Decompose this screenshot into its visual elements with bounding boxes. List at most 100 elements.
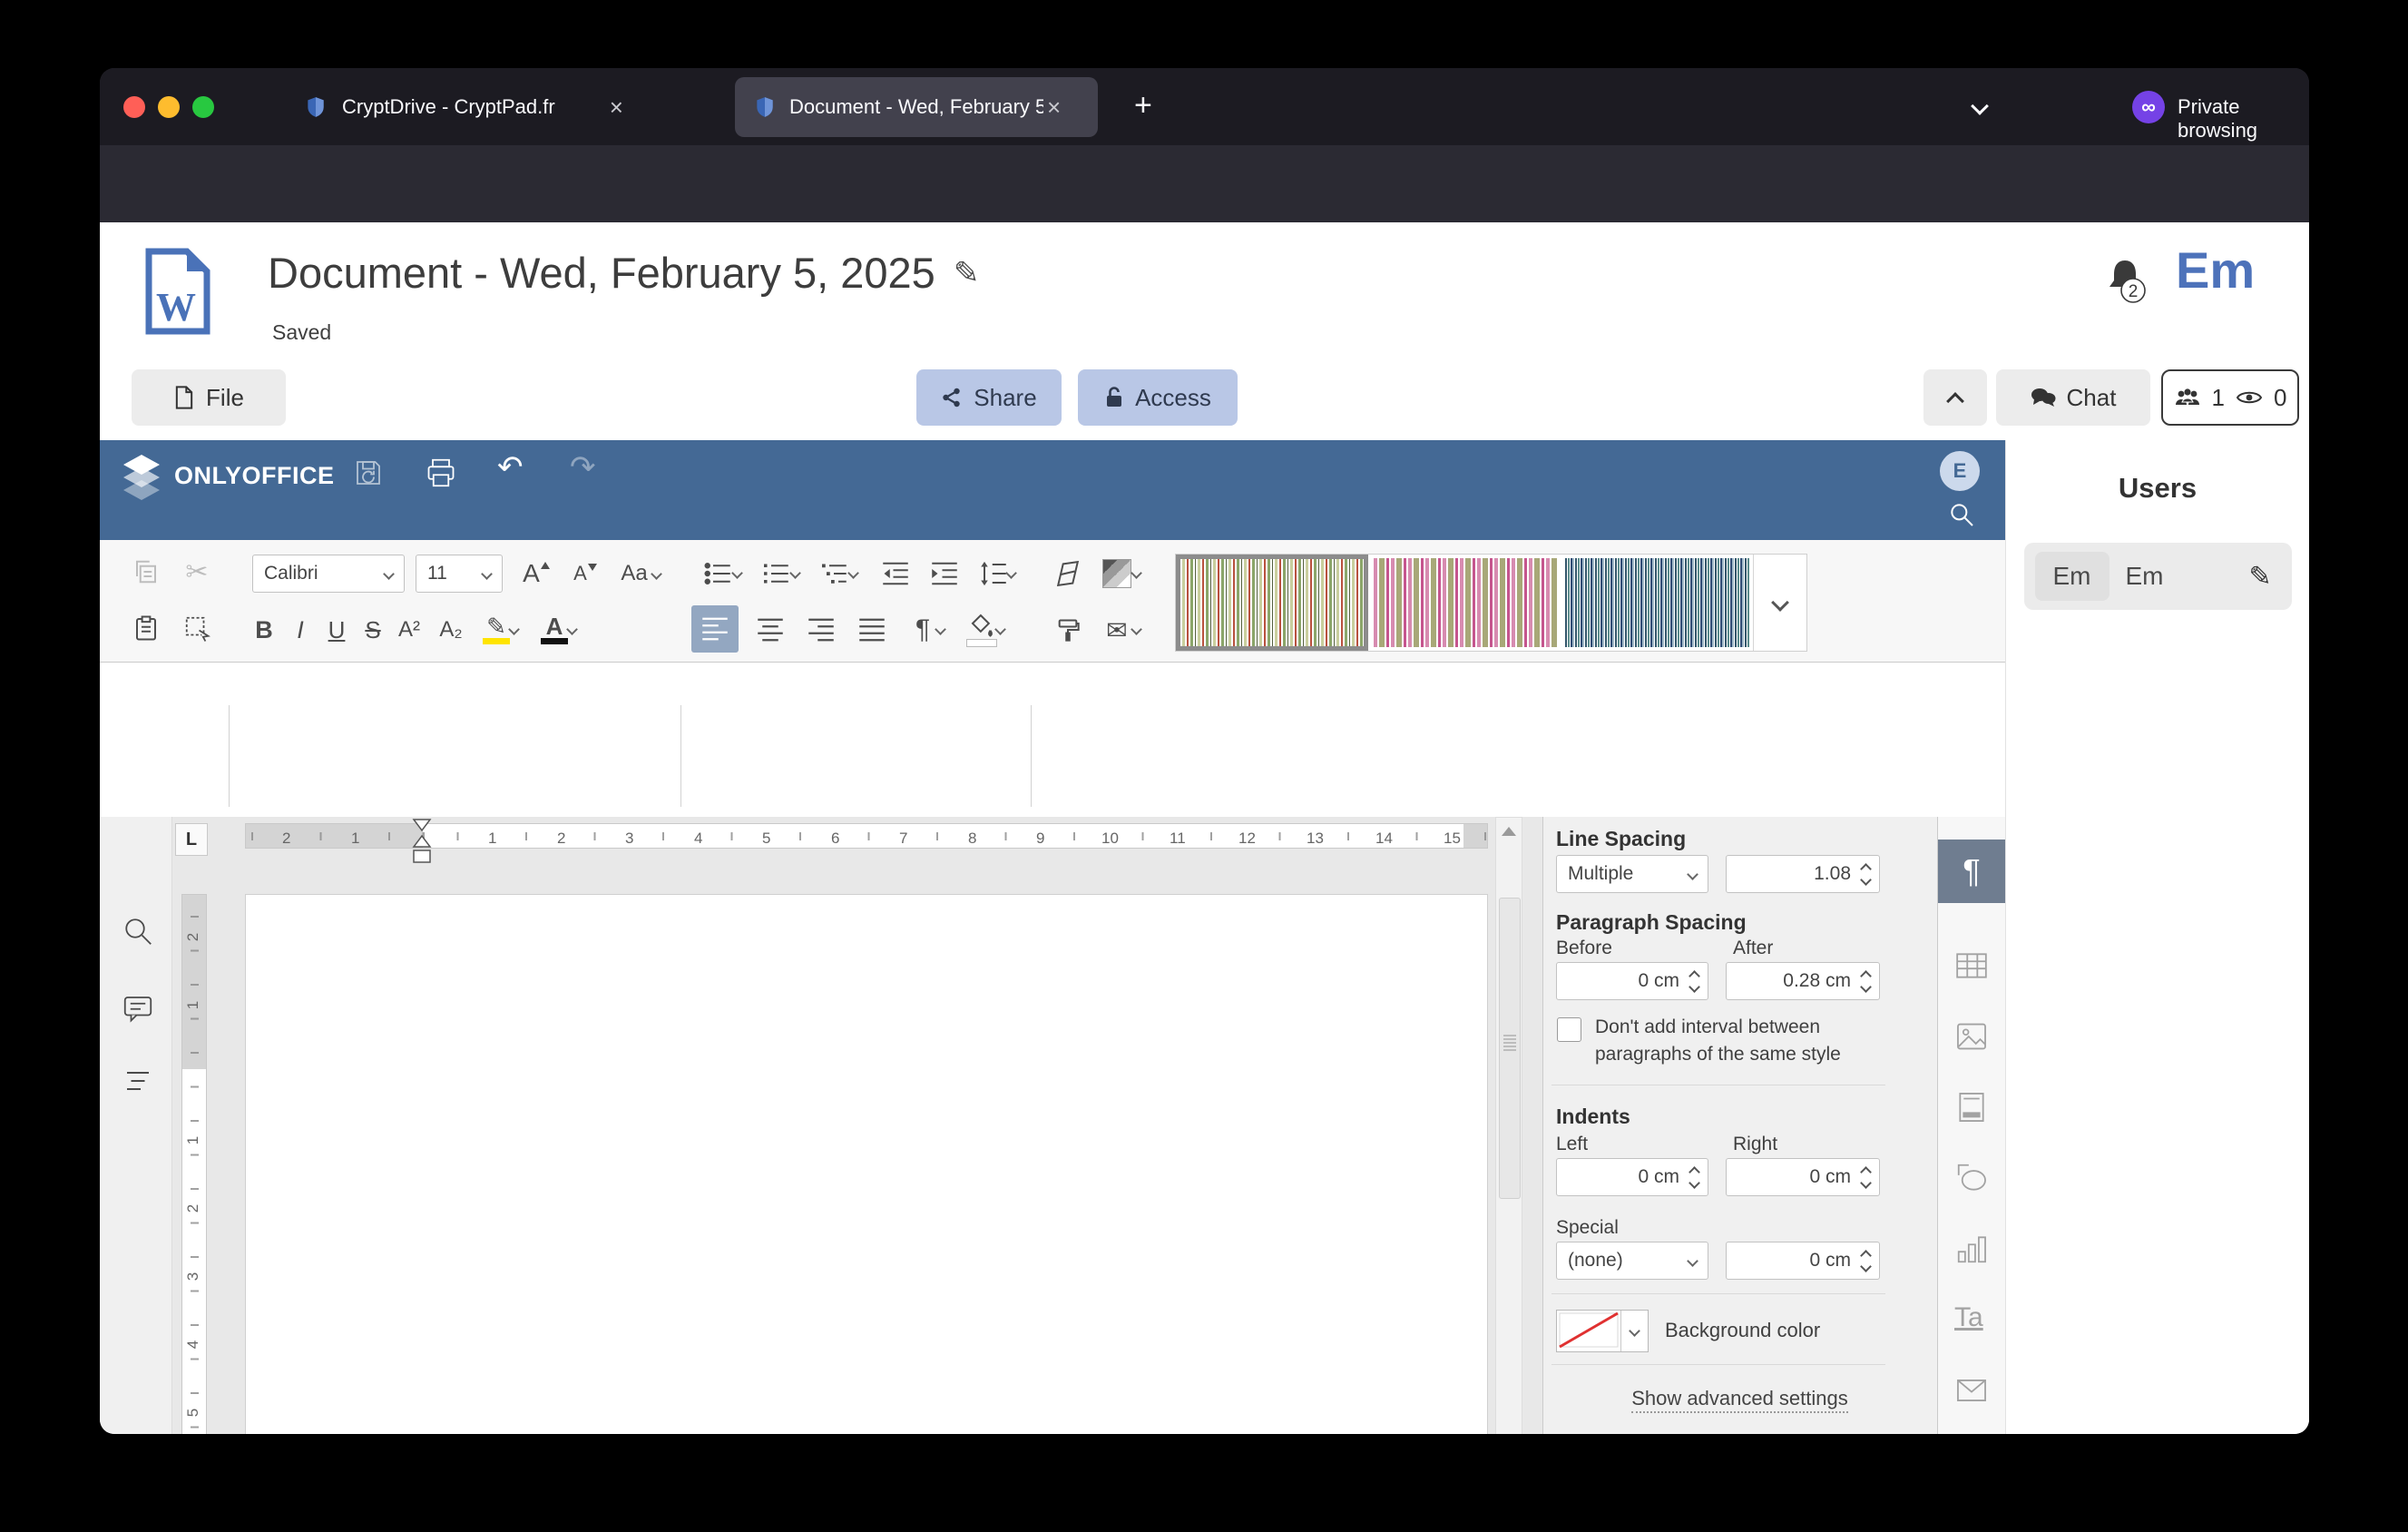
paste-button[interactable]	[125, 607, 167, 649]
vertical-scrollbar[interactable]	[1495, 817, 1522, 1434]
paragraph-spacing-title: Paragraph Spacing	[1556, 910, 1747, 935]
superscript-button[interactable]: A²	[388, 609, 430, 651]
select-all-button[interactable]	[176, 607, 218, 649]
background-color-dropdown[interactable]	[1620, 1311, 1648, 1351]
font-name-select[interactable]: Calibri	[252, 555, 405, 593]
ruler-number: 2	[183, 931, 202, 943]
spin-down[interactable]	[1689, 981, 1700, 993]
header-footer-settings-tab[interactable]	[1954, 1090, 1989, 1124]
account-label[interactable]: Em	[2176, 241, 2255, 300]
line-spacing-value-spinner[interactable]: 1.08	[1726, 855, 1880, 893]
spin-up[interactable]	[1689, 970, 1700, 982]
line-spacing-select[interactable]: Multiple	[1556, 855, 1708, 893]
chart-settings-tab[interactable]	[1954, 1232, 1989, 1266]
spin-up[interactable]	[1860, 1166, 1872, 1178]
copy-button[interactable]	[125, 551, 167, 593]
increase-font-size-button[interactable]: A	[515, 553, 557, 594]
copy-style-button[interactable]	[1047, 609, 1089, 651]
style-preview-normal-selected[interactable]	[1176, 555, 1368, 651]
navigation-headings-icon[interactable]	[122, 1065, 154, 1097]
list-tabs-chevron-icon[interactable]	[1971, 97, 1989, 115]
subscript-button[interactable]: A₂	[430, 609, 472, 651]
align-center-button[interactable]	[749, 609, 791, 651]
justify-button[interactable]	[851, 609, 893, 651]
cut-button[interactable]: ✂	[176, 551, 218, 593]
divider	[1551, 1364, 1885, 1365]
window-zoom-button[interactable]	[192, 96, 214, 118]
align-left-button-active[interactable]	[691, 605, 739, 653]
file-menu-button[interactable]: File	[132, 369, 286, 426]
spacing-after-spinner[interactable]: 0.28 cm	[1726, 962, 1880, 1000]
mail-merge-settings-tab[interactable]	[1954, 1373, 1989, 1408]
clear-style-button[interactable]	[1047, 553, 1089, 594]
show-advanced-settings-link[interactable]: Show advanced settings	[1542, 1387, 1937, 1410]
print-icon[interactable]	[425, 457, 457, 489]
image-settings-tab[interactable]	[1954, 1019, 1989, 1054]
user-list-item[interactable]: Em Em ✎	[2024, 543, 2292, 610]
tab-document-active[interactable]: Document - Wed, February 5, 2025 ×	[735, 77, 1098, 137]
document-title[interactable]: Document - Wed, February 5, 2025	[268, 248, 935, 298]
special-select[interactable]: (none)	[1556, 1242, 1708, 1280]
undo-icon[interactable]: ↶	[497, 449, 524, 486]
spin-up[interactable]	[1860, 863, 1872, 875]
user-count-button[interactable]: 1 0	[2161, 369, 2299, 426]
scroll-up-arrow[interactable]	[1496, 820, 1522, 845]
window-close-button[interactable]	[123, 96, 145, 118]
spin-down[interactable]	[1860, 1177, 1872, 1189]
collapse-toolbar-button[interactable]	[1923, 369, 1987, 426]
find-icon[interactable]	[122, 915, 154, 948]
vertical-ruler[interactable]: 2 1 1 2 3 4 5 6	[181, 894, 207, 1434]
indent-right-spinner[interactable]: 0 cm	[1726, 1158, 1880, 1196]
office-search-icon[interactable]	[1947, 500, 1976, 529]
office-user-avatar[interactable]: E	[1940, 451, 1980, 491]
document-page[interactable]	[245, 894, 1488, 1434]
table-settings-tab[interactable]	[1954, 948, 1989, 983]
ruler-number: 13	[1305, 829, 1326, 848]
font-size-select[interactable]: 11	[416, 555, 503, 593]
decrease-font-size-button[interactable]: A	[564, 553, 606, 594]
edit-user-name-pencil-icon[interactable]: ✎	[2248, 561, 2271, 593]
background-color-picker[interactable]	[1556, 1310, 1649, 1352]
styles-gallery-expand-button[interactable]	[1753, 555, 1806, 651]
scrollbar-thumb[interactable]	[1499, 898, 1521, 1199]
decrease-indent-button[interactable]	[875, 553, 916, 594]
ruler-number: 3	[183, 1271, 202, 1282]
notification-count: 2	[2129, 282, 2139, 301]
style-preview-no-spacing[interactable]	[1368, 555, 1561, 651]
rename-pencil-icon[interactable]: ✎	[954, 255, 980, 291]
special-amount-spinner[interactable]: 0 cm	[1726, 1242, 1880, 1280]
notifications-bell-icon[interactable]: 2	[2101, 257, 2149, 306]
shape-settings-tab[interactable]	[1954, 1161, 1989, 1195]
spin-down[interactable]	[1689, 1177, 1700, 1189]
tab-cryptdrive[interactable]: CryptDrive - CryptPad.fr ×	[286, 77, 721, 137]
chevron-up-icon	[1946, 392, 1964, 410]
text-art-settings-tab[interactable]: Ta	[1954, 1302, 1989, 1337]
style-preview-heading[interactable]	[1561, 555, 1753, 651]
redo-icon[interactable]: ↷	[570, 449, 596, 486]
save-icon[interactable]	[352, 457, 385, 489]
spin-up[interactable]	[1860, 1250, 1872, 1262]
window-minimize-button[interactable]	[158, 96, 180, 118]
chat-button[interactable]: Chat	[1996, 369, 2150, 426]
spacing-before-spinner[interactable]: 0 cm	[1556, 962, 1708, 1000]
new-tab-button[interactable]: +	[1134, 88, 1152, 123]
tab-stop-selector[interactable]: L	[175, 823, 208, 856]
spin-down[interactable]	[1860, 1261, 1872, 1272]
change-case-button[interactable]: Aa	[613, 553, 668, 594]
share-button[interactable]: Share	[916, 369, 1062, 426]
increase-indent-button[interactable]	[924, 553, 965, 594]
indent-markers[interactable]	[410, 818, 434, 874]
tab-close-icon[interactable]: ×	[1047, 93, 1061, 122]
align-right-button[interactable]	[800, 609, 842, 651]
tab-close-icon[interactable]: ×	[610, 93, 623, 122]
spin-down[interactable]	[1860, 981, 1872, 993]
paragraph-shading-button[interactable]	[960, 605, 1002, 647]
access-button[interactable]: Access	[1078, 369, 1238, 426]
comments-icon[interactable]	[122, 992, 154, 1025]
spin-down[interactable]	[1860, 874, 1872, 886]
paragraph-settings-tab-active[interactable]: ¶	[1938, 840, 2005, 903]
spin-up[interactable]	[1860, 970, 1872, 982]
spin-up[interactable]	[1689, 1166, 1700, 1178]
indent-left-spinner[interactable]: 0 cm	[1556, 1158, 1708, 1196]
same-style-checkbox[interactable]	[1557, 1017, 1581, 1042]
